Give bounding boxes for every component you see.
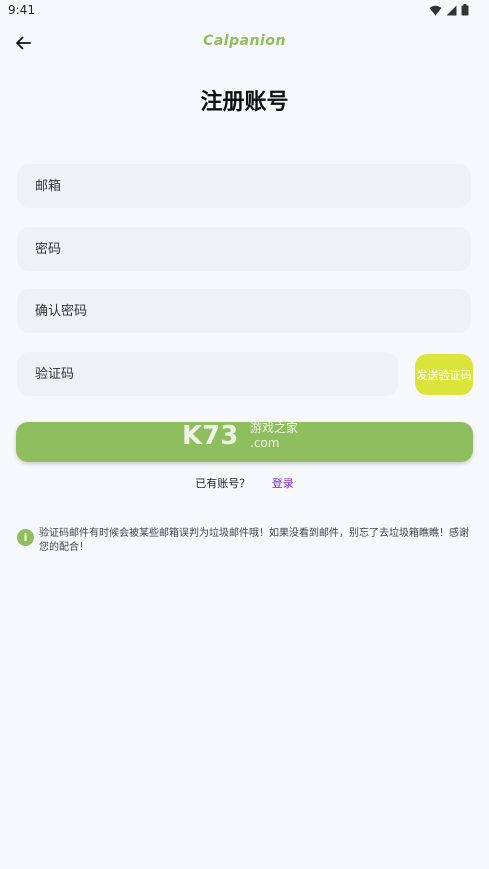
wifi-icon [429,5,442,15]
app-bar: Calpanion [0,28,489,58]
register-button[interactable] [16,422,473,462]
password-input[interactable] [33,240,471,258]
status-icons [429,4,469,16]
email-input[interactable] [33,177,471,195]
verification-code-input[interactable] [33,365,398,383]
signal-icon [446,5,457,15]
status-time: 9:41 [8,3,35,17]
confirm-password-field[interactable] [17,289,471,333]
send-code-button[interactable]: 发送验证码 [415,354,473,395]
email-field[interactable] [17,164,471,208]
status-bar: 9:41 [0,0,489,22]
notice-text: 验证码邮件有时候会被某些邮箱误判为垃圾邮件哦！如果没看到邮件，别忘了去垃圾箱瞧瞧… [39,528,469,553]
info-icon: i [17,529,34,546]
login-prompt: 已有账号？ [195,477,251,490]
brand-logo: Calpanion [203,33,286,49]
page-title: 注册账号 [200,90,289,115]
battery-icon [461,4,469,16]
verification-code-field[interactable] [17,352,398,396]
login-row: 已有账号？ 登录 [0,475,489,491]
confirm-password-input[interactable] [33,302,471,320]
login-link[interactable]: 登录 [272,477,294,490]
spam-notice: i 验证码邮件有时候会被某些邮箱误判为垃圾邮件哦！如果没看到邮件，别忘了去垃圾箱… [17,527,473,555]
password-field[interactable] [17,227,471,271]
